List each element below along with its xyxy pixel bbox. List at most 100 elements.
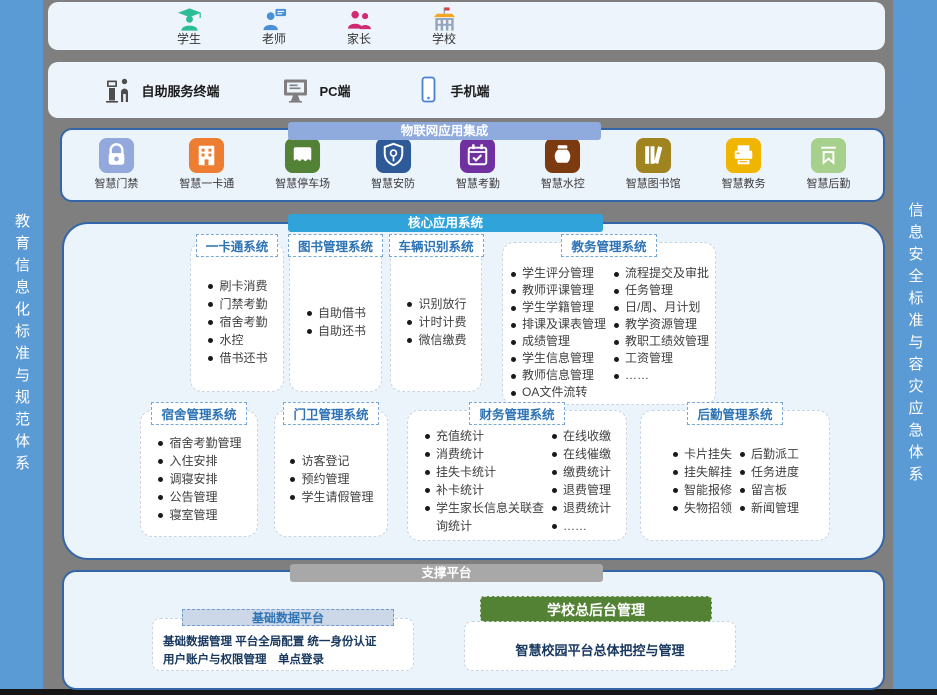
terminal-group-mobile: 手机端 bbox=[413, 75, 490, 105]
iot-item-label: 智慧安防 bbox=[371, 175, 415, 191]
iot-item-label: 智慧一卡通 bbox=[179, 175, 234, 191]
bullet-item: …… bbox=[550, 517, 611, 535]
bullet-item: 访客登记 bbox=[288, 452, 373, 470]
bullet-item: 预约管理 bbox=[288, 470, 373, 488]
user-label: 老师 bbox=[262, 33, 286, 46]
user-group-school: 学校 bbox=[431, 6, 458, 46]
system-box-items: 刷卡消费门禁考勤宿舍考勤水控借书还书 bbox=[206, 277, 267, 367]
users-panel: 学生 老师 bbox=[48, 2, 885, 50]
iot-item-label: 智慧图书馆 bbox=[626, 175, 681, 191]
bullet-item: 教师信息管理 bbox=[509, 367, 606, 384]
iot-item-academic: 智慧教务 bbox=[722, 137, 766, 191]
system-box-logistics: 后勤管理系统 卡片挂失挂失解挂智能报修失物招领 后勤派工任务进度留言板新闻管理 bbox=[640, 410, 830, 541]
bullet-item: 工资管理 bbox=[612, 350, 709, 367]
security-icon bbox=[375, 137, 412, 174]
system-box-title: 车辆识别系统 bbox=[389, 234, 484, 257]
system-box-items: 访客登记预约管理学生请假管理 bbox=[288, 452, 373, 506]
user-group-parents: 家长 bbox=[346, 6, 373, 46]
bullet-item: 卡片挂失 bbox=[671, 445, 732, 463]
library-icon bbox=[635, 137, 672, 174]
system-box-library: 图书管理系统 自助借书自助还书 bbox=[289, 242, 382, 392]
school-backend-tab: 学校总后台管理 bbox=[480, 596, 712, 622]
terminal-group-kiosk: 自助服务终端 bbox=[103, 75, 219, 105]
base-data-platform-tab: 基础数据平台 bbox=[182, 609, 394, 626]
smart-campus-architecture-diagram: 教育信息化标准与规范体系 信息安全标准与容灾应急体系 学生 bbox=[0, 0, 937, 695]
iot-item-onecard: 智慧一卡通 bbox=[179, 137, 234, 191]
bullet-item: 教职工绩效管理 bbox=[612, 333, 709, 350]
phone-icon bbox=[413, 75, 443, 105]
right-standards-label: 信息安全标准与容灾应急体系 bbox=[905, 202, 926, 488]
school-backend-box: 智慧校园平台总体把控与管理 bbox=[464, 621, 736, 671]
system-box-items-left: 卡片挂失挂失解挂智能报修失物招领 bbox=[671, 445, 732, 517]
system-box-title: 门卫管理系统 bbox=[283, 402, 378, 425]
core-header-tab: 核心应用系统 bbox=[288, 214, 603, 232]
bullet-item: 消费统计 bbox=[423, 445, 544, 463]
system-box-items: 宿舍考勤管理入住安排调寝安排公告管理寝室管理 bbox=[156, 434, 241, 524]
core-systems-panel: 核心应用系统 一卡通系统 刷卡消费门禁考勤宿舍考勤水控借书还书 图书管理系统 自… bbox=[62, 222, 885, 560]
bullet-item: 刷卡消费 bbox=[206, 277, 267, 295]
user-group-student: 学生 bbox=[176, 6, 203, 46]
bullet-item: 入住安排 bbox=[156, 452, 241, 470]
system-box-items-left: 学生评分管理教师评课管理学生学籍管理排课及课表管理成绩管理学生信息管理教师信息管… bbox=[509, 265, 606, 401]
bullet-item: 学生评分管理 bbox=[509, 265, 606, 282]
iot-item-logistics: 智慧后勤 bbox=[806, 137, 850, 191]
system-box-items: 自助借书自助还书 bbox=[305, 304, 366, 340]
system-box-onecard: 一卡通系统 刷卡消费门禁考勤宿舍考勤水控借书还书 bbox=[190, 242, 284, 392]
bullet-item: 在线催缴 bbox=[550, 445, 611, 463]
bullet-item: 失物招领 bbox=[671, 499, 732, 517]
system-box-title: 后勤管理系统 bbox=[687, 402, 782, 425]
parking-icon bbox=[284, 137, 321, 174]
left-standards-label: 教育信息化标准与规范体系 bbox=[11, 213, 32, 477]
system-box-finance: 财务管理系统 充值统计消费统计挂失卡统计补卡统计学生家长信息关联查询统计 在线收… bbox=[407, 410, 627, 541]
terminal-label: 自助服务终端 bbox=[141, 81, 219, 100]
base-platform-line2: 用户账户与权限管理 单点登录 bbox=[163, 651, 413, 669]
bullet-item: 调寝安排 bbox=[156, 470, 241, 488]
system-box-gate: 门卫管理系统 访客登记预约管理学生请假管理 bbox=[274, 410, 388, 537]
bullet-item: 学生家长信息关联查询统计 bbox=[423, 499, 544, 535]
system-box-title: 宿舍管理系统 bbox=[151, 402, 246, 425]
bullet-item: 补卡统计 bbox=[423, 481, 544, 499]
bullet-item: 公告管理 bbox=[156, 488, 241, 506]
iot-item-label: 智慧考勤 bbox=[456, 175, 500, 191]
system-box-items-right: 流程提交及审批任务管理日/周、月计划教学资源管理教职工绩效管理工资管理…… bbox=[612, 265, 709, 384]
bullet-item: 后勤派工 bbox=[738, 445, 799, 463]
bullet-item: 挂失卡统计 bbox=[423, 463, 544, 481]
system-box-items-right: 后勤派工任务进度留言板新闻管理 bbox=[738, 445, 799, 517]
water-icon bbox=[544, 137, 581, 174]
bullet-item: …… bbox=[612, 367, 709, 384]
bullet-item: 日/周、月计划 bbox=[612, 299, 709, 316]
iot-item-security: 智慧安防 bbox=[371, 137, 415, 191]
user-label: 学校 bbox=[432, 33, 456, 46]
kiosk-icon bbox=[103, 75, 133, 105]
school-backend-desc: 智慧校园平台总体把控与管理 bbox=[515, 640, 684, 659]
support-header-tab: 支撑平台 bbox=[290, 564, 603, 582]
bullet-item: 微信缴费 bbox=[405, 331, 466, 349]
system-box-academic: 教务管理系统 学生评分管理教师评课管理学生学籍管理排课及课表管理成绩管理学生信息… bbox=[502, 242, 716, 405]
left-standards-bar: 教育信息化标准与规范体系 bbox=[0, 0, 43, 689]
iot-item-attendance: 智慧考勤 bbox=[456, 137, 500, 191]
system-box-title: 一卡通系统 bbox=[196, 234, 279, 257]
parents-icon bbox=[346, 6, 373, 33]
system-box-items-left: 充值统计消费统计挂失卡统计补卡统计学生家长信息关联查询统计 bbox=[423, 427, 544, 535]
iot-item-water: 智慧水控 bbox=[541, 137, 585, 191]
logistics-icon bbox=[810, 137, 847, 174]
user-group-teacher: 老师 bbox=[261, 6, 288, 46]
bullet-item: 学生学籍管理 bbox=[509, 299, 606, 316]
bullet-item: 识别放行 bbox=[405, 295, 466, 313]
bullet-item: 充值统计 bbox=[423, 427, 544, 445]
bullet-item: 任务管理 bbox=[612, 282, 709, 299]
bullet-item: 任务进度 bbox=[738, 463, 799, 481]
iot-header-tab: 物联网应用集成 bbox=[288, 122, 601, 140]
teacher-icon bbox=[261, 6, 288, 33]
bullet-item: 缴费统计 bbox=[550, 463, 611, 481]
iot-item-label: 智慧门禁 bbox=[94, 175, 138, 191]
bullet-item: 留言板 bbox=[738, 481, 799, 499]
academic-icon bbox=[725, 137, 762, 174]
bullet-item: 水控 bbox=[206, 331, 267, 349]
bullet-item: 宿舍考勤 bbox=[206, 313, 267, 331]
terminal-label: 手机端 bbox=[451, 81, 490, 100]
base-platform-line1: 基础数据管理 平台全局配置 统一身份认证 bbox=[163, 633, 413, 651]
bullet-item: 挂失解挂 bbox=[671, 463, 732, 481]
system-box-title: 教务管理系统 bbox=[561, 234, 656, 257]
bullet-item: 在线收缴 bbox=[550, 427, 611, 445]
